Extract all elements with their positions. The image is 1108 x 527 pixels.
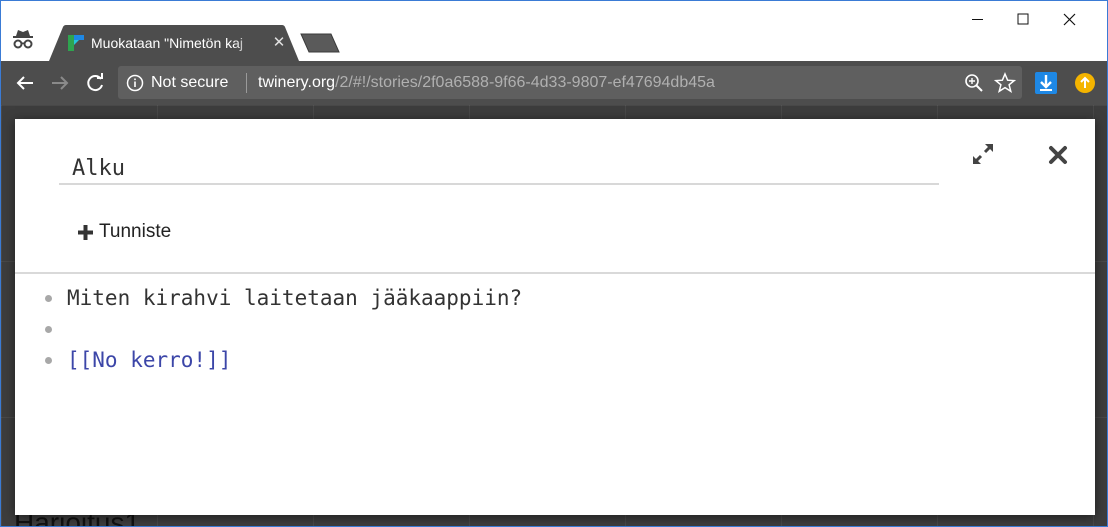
back-arrow-icon[interactable] (14, 72, 36, 94)
minimize-icon[interactable] (954, 1, 1000, 37)
download-extension-icon[interactable] (1034, 71, 1058, 95)
line-bullet (45, 326, 52, 333)
new-tab-button[interactable] (299, 32, 341, 54)
forward-arrow-icon[interactable] (49, 72, 71, 94)
expand-icon[interactable] (970, 141, 996, 167)
tab-close-icon[interactable]: ✕ (271, 35, 287, 51)
maximize-icon[interactable] (1000, 1, 1046, 37)
passage-name: Alku (72, 156, 125, 181)
add-tag-button[interactable]: Tunniste (77, 219, 171, 245)
url-text[interactable]: twinery.org/2/#!/stories/2f0a6588-9f66-4… (258, 73, 715, 93)
info-icon[interactable] (126, 74, 144, 92)
passage-name-field[interactable]: Alku (59, 135, 939, 185)
twine-favicon-icon (68, 35, 84, 51)
passage-text-editor[interactable]: Miten kirahvi laitetaan jääkaappiin? [[N… (39, 283, 1079, 503)
dialog-divider (15, 272, 1095, 274)
browser-window: Muokataan "Nimetön kaj ✕ Not secure twin… (0, 0, 1108, 527)
passage-edit-dialog: Alku Tunniste Miten kirahvi laitetaan jä… (15, 119, 1095, 515)
security-label[interactable]: Not secure (151, 73, 228, 93)
url-path: /2/#!/stories/2f0a6588-9f66-4d33-9807-ef… (335, 74, 715, 91)
title-bar: Muokataan "Nimetön kaj ✕ (1, 1, 1107, 61)
passage-link: [[No kerro!]] (67, 348, 232, 372)
browser-toolbar: Not secure twinery.org/2/#!/stories/2f0a… (1, 61, 1107, 105)
zoom-icon[interactable] (964, 73, 984, 93)
line-bullet (45, 295, 52, 302)
bookmark-star-icon[interactable] (994, 72, 1016, 94)
update-extension-icon[interactable] (1074, 72, 1096, 94)
address-bar[interactable]: Not secure twinery.org/2/#!/stories/2f0a… (118, 66, 1022, 99)
incognito-icon (13, 30, 33, 49)
omnibox-separator (246, 73, 247, 93)
close-icon[interactable] (1047, 144, 1069, 166)
plus-icon (78, 224, 93, 240)
tab-title: Muokataan "Nimetön kaj (91, 35, 244, 51)
line-bullet (45, 357, 52, 364)
window-close-icon[interactable] (1046, 1, 1092, 37)
url-host: twinery.org (258, 74, 336, 91)
line-text: Miten kirahvi laitetaan jääkaappiin? (67, 286, 523, 310)
tab-active[interactable]: Muokataan "Nimetön kaj ✕ (49, 25, 299, 61)
add-tag-label: Tunniste (99, 221, 172, 242)
reload-icon[interactable] (84, 72, 106, 94)
